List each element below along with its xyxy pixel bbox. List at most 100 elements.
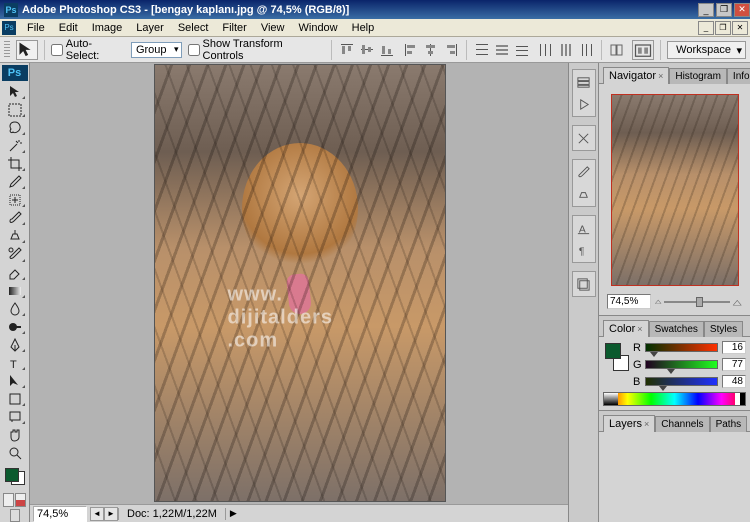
menu-view[interactable]: View (254, 20, 292, 36)
brushes-panel-icon[interactable] (574, 162, 594, 182)
pen-tool[interactable] (3, 336, 27, 354)
align-bottom-edges-button[interactable] (378, 41, 396, 59)
dist-hcenter-button[interactable] (557, 41, 575, 59)
history-panel-icon[interactable] (574, 72, 594, 92)
tab-info[interactable]: Info (727, 68, 750, 84)
status-prev-button[interactable]: ◄ (90, 507, 104, 521)
navigator-zoom-field[interactable]: 74,5% (607, 294, 651, 309)
shape-tool[interactable] (3, 390, 27, 408)
collapsed-dock: A ¶ (568, 63, 598, 522)
auto-select-dropdown[interactable]: Group (131, 42, 182, 58)
path-selection-tool[interactable] (3, 372, 27, 390)
history-brush-tool[interactable] (3, 245, 27, 263)
align-right-edges-button[interactable] (442, 41, 460, 59)
healing-brush-tool[interactable] (3, 191, 27, 209)
quickmask-mode-button[interactable] (15, 493, 26, 507)
menu-file[interactable]: File (20, 20, 52, 36)
color-spectrum[interactable] (603, 392, 746, 406)
lasso-tool[interactable] (3, 119, 27, 137)
tab-channels[interactable]: Channels (655, 416, 709, 432)
align-left-edges-button[interactable] (402, 41, 420, 59)
dodge-tool[interactable] (3, 318, 27, 336)
navigator-zoom-slider[interactable] (655, 295, 742, 309)
brush-tool[interactable] (3, 209, 27, 227)
navigator-thumbnail[interactable] (611, 94, 739, 286)
tab-styles[interactable]: Styles (704, 321, 743, 337)
menu-layer[interactable]: Layer (129, 20, 171, 36)
color-r-slider[interactable] (645, 343, 718, 352)
document-canvas[interactable]: www. dijitalders .com (155, 65, 445, 501)
tab-histogram[interactable]: Histogram (669, 68, 727, 84)
status-zoom-field[interactable]: 74,5% (33, 506, 87, 522)
foreground-color-swatch[interactable] (5, 468, 19, 482)
hand-tool[interactable] (3, 426, 27, 444)
standard-mode-button[interactable] (3, 493, 14, 507)
tab-swatches[interactable]: Swatches (649, 321, 704, 337)
menu-help[interactable]: Help (345, 20, 382, 36)
menu-image[interactable]: Image (85, 20, 130, 36)
go-to-bridge-button[interactable] (632, 40, 654, 60)
eyedropper-tool[interactable] (3, 173, 27, 191)
workspace-button[interactable]: Workspace (667, 41, 746, 59)
align-top-edges-button[interactable] (338, 41, 356, 59)
color-panel-body: R 16 G 77 B 48 (599, 337, 750, 411)
color-fg-bg[interactable] (603, 341, 629, 371)
menu-select[interactable]: Select (171, 20, 216, 36)
doc-restore-button[interactable]: ❐ (715, 21, 731, 35)
tool-presets-icon[interactable] (574, 128, 594, 148)
menu-filter[interactable]: Filter (215, 20, 253, 36)
magic-wand-tool[interactable] (3, 137, 27, 155)
align-hcenter-button[interactable] (422, 41, 440, 59)
blur-tool[interactable] (3, 300, 27, 318)
tab-color[interactable]: Color× (603, 320, 649, 337)
fg-bg-color[interactable] (3, 466, 27, 487)
close-button[interactable]: ✕ (734, 3, 750, 17)
dist-right-button[interactable] (577, 41, 595, 59)
toolbox-column-toggle[interactable] (10, 509, 20, 522)
marquee-tool[interactable] (3, 101, 27, 119)
auto-align-button[interactable] (608, 41, 626, 59)
minimize-button[interactable]: _ (698, 3, 714, 17)
navigator-panel-body: 74,5% (599, 84, 750, 316)
tab-layers[interactable]: Layers× (603, 415, 655, 432)
color-b-slider[interactable] (645, 377, 718, 386)
layer-comps-icon[interactable] (574, 274, 594, 294)
status-next-button[interactable]: ► (104, 507, 118, 521)
options-grip-icon[interactable] (4, 41, 10, 59)
dist-bottom-button[interactable] (513, 41, 531, 59)
menu-edit[interactable]: Edit (52, 20, 85, 36)
color-r-value[interactable]: 16 (722, 341, 746, 354)
clone-source-icon[interactable] (574, 184, 594, 204)
paragraph-panel-icon[interactable]: ¶ (574, 240, 594, 260)
doc-close-button[interactable]: ✕ (732, 21, 748, 35)
crop-tool[interactable] (3, 155, 27, 173)
type-tool[interactable]: T (3, 354, 27, 372)
character-panel-icon[interactable]: A (574, 218, 594, 238)
doc-minimize-button[interactable]: _ (698, 21, 714, 35)
eraser-tool[interactable] (3, 264, 27, 282)
dist-top-button[interactable] (473, 41, 491, 59)
color-b-value[interactable]: 48 (722, 375, 746, 388)
gradient-tool[interactable] (3, 282, 27, 300)
actions-panel-icon[interactable] (574, 94, 594, 114)
maximize-button[interactable]: ❐ (716, 3, 732, 17)
color-g-value[interactable]: 77 (722, 358, 746, 371)
tab-paths[interactable]: Paths (710, 416, 748, 432)
color-g-slider[interactable] (645, 360, 718, 369)
notes-tool[interactable] (3, 408, 27, 426)
dist-vcenter-button[interactable] (493, 41, 511, 59)
move-tool[interactable] (3, 83, 27, 101)
canvas-area[interactable]: www. dijitalders .com (30, 63, 568, 522)
show-transform-checkbox[interactable]: Show Transform Controls (188, 38, 326, 62)
dist-left-button[interactable] (537, 41, 555, 59)
align-vcenter-button[interactable] (358, 41, 376, 59)
status-menu-arrow[interactable]: ▶ (226, 508, 241, 519)
color-fg-swatch[interactable] (605, 343, 621, 359)
tab-navigator[interactable]: Navigator× (603, 67, 669, 84)
active-tool-indicator[interactable] (16, 40, 38, 60)
zoom-tool[interactable] (3, 444, 27, 462)
menu-window[interactable]: Window (292, 20, 345, 36)
auto-select-checkbox[interactable]: Auto-Select: (51, 38, 125, 62)
clone-stamp-tool[interactable] (3, 227, 27, 245)
status-bar: 74,5% ◄ ► Doc: 1,22M/1,22M ▶ (30, 504, 568, 522)
